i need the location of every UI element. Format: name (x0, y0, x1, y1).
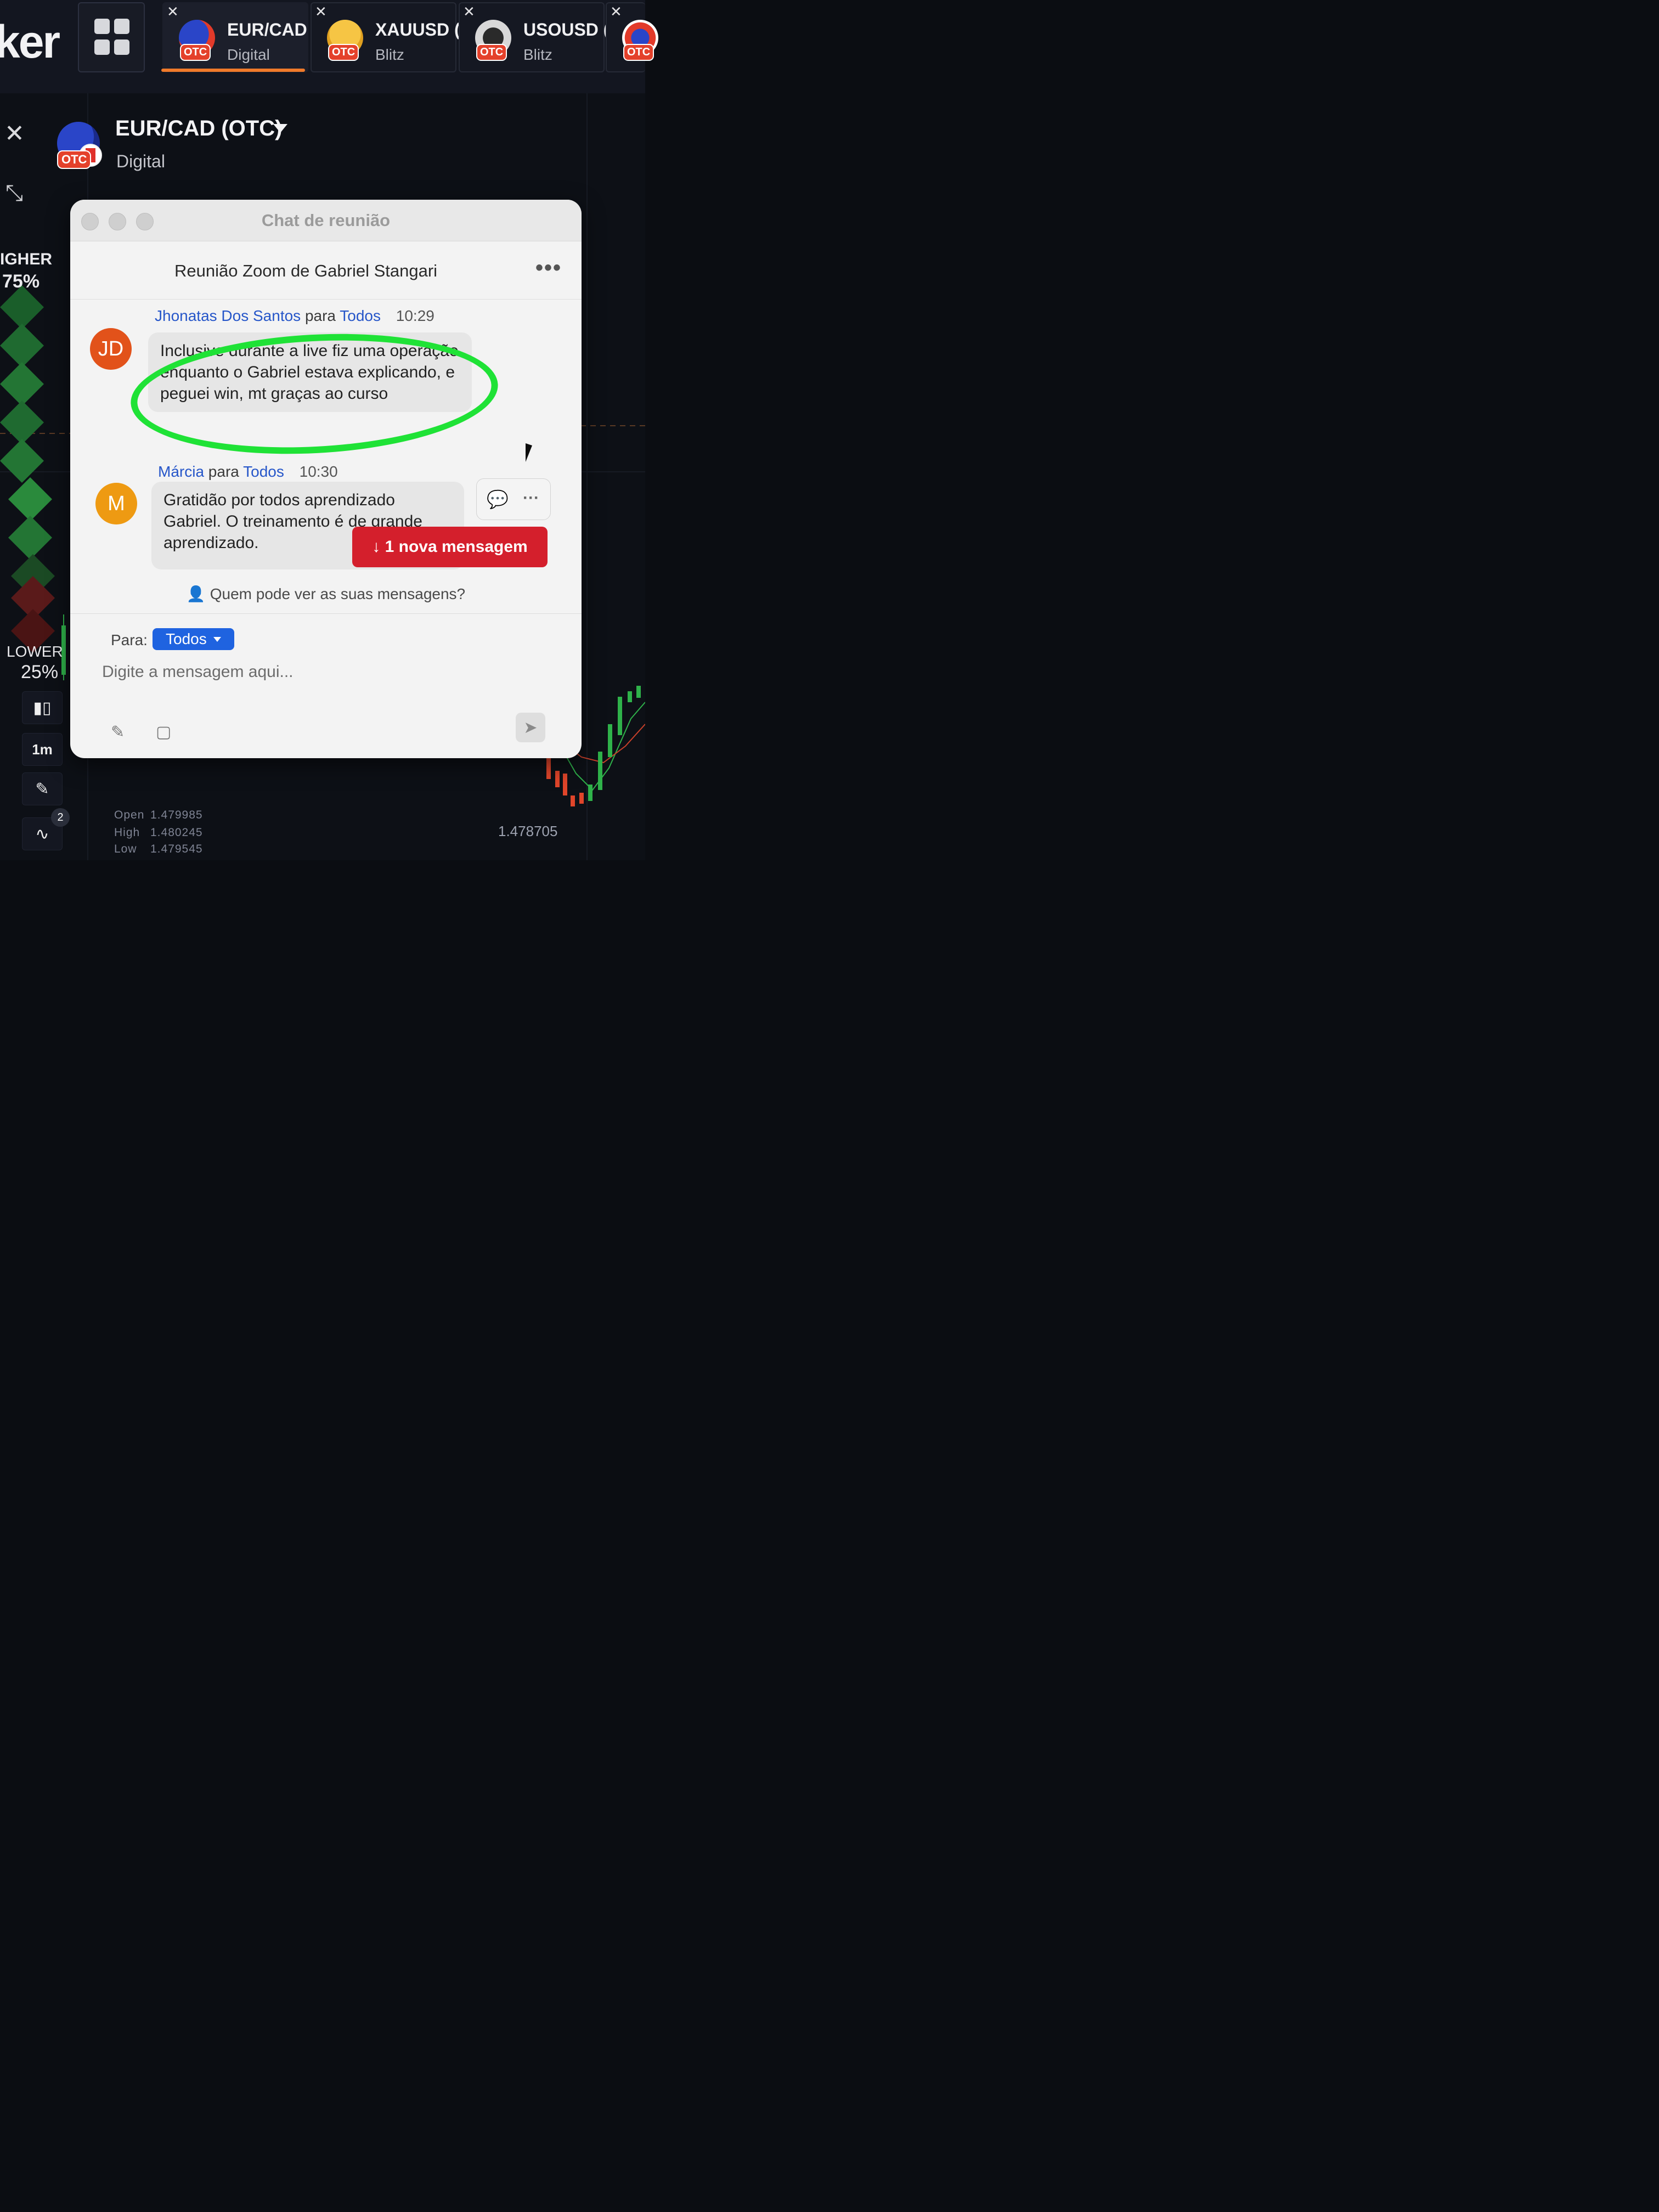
otc-badge: OTC (57, 150, 92, 169)
to-label: Para: (111, 631, 148, 648)
close-panel-icon[interactable]: ✕ (4, 120, 25, 148)
tab-xauusd[interactable]: ✕ OTC XAUUSD ( Blitz (311, 2, 460, 72)
avatar-initials: M (108, 492, 125, 515)
meeting-chat-window: Chat de reunião Reunião Zoom de Gabriel … (70, 200, 582, 758)
chart-type-button[interactable]: ▮▯ (22, 691, 63, 724)
ohlc-value: 1.479545 (150, 843, 203, 855)
recipient-value: Todos (166, 630, 207, 647)
grid-icon-cell (114, 40, 129, 55)
reply-in-thread-icon[interactable]: 💬 (487, 489, 509, 510)
candlestick-icon: ▮▯ (33, 698, 52, 717)
attach-file-icon[interactable]: ▢ (156, 723, 171, 742)
new-messages-button[interactable]: ↓ 1 nova mensagem (352, 527, 548, 567)
recipient-name: Todos (340, 307, 381, 324)
user-privacy-icon: 👤 (186, 585, 206, 602)
higher-label: IGHER (0, 250, 53, 268)
more-options-icon[interactable]: ••• (535, 256, 562, 280)
avatar: JD (90, 328, 132, 370)
tab-name: XAUUSD ( (375, 20, 460, 40)
message-time: 10:29 (396, 307, 435, 324)
otc-badge: OTC (476, 44, 507, 61)
asset-title[interactable]: EUR/CAD (OTC) (115, 116, 282, 141)
apps-grid-button[interactable] (78, 2, 145, 72)
tab-name: EUR/CAD ( (227, 20, 318, 40)
close-icon[interactable]: ✕ (315, 4, 327, 19)
mouse-cursor-icon (526, 443, 532, 462)
sender-name[interactable]: Márcia (158, 463, 204, 480)
indicators-count-badge: 2 (51, 808, 70, 827)
minimize-arrows-icon[interactable]: ⤡ (5, 181, 23, 206)
tab-type: Blitz (375, 46, 404, 63)
indicators-icon: ∿ (35, 825, 49, 843)
current-price-readout: 1.478705 (498, 823, 558, 839)
window-titlebar[interactable]: Chat de reunião (70, 200, 582, 241)
asset-dropdown-caret-icon[interactable] (273, 124, 287, 133)
recipient-name: Todos (243, 463, 284, 480)
tab-partial[interactable]: ✕ OTC (606, 2, 658, 72)
otc-badge: OTC (180, 44, 211, 61)
message-header: Márcia para Todos 10:30 (158, 463, 338, 481)
ohlc-value: 1.480245 (150, 826, 203, 839)
to-connector: para (304, 307, 336, 324)
sender-name[interactable]: Jhonatas Dos Santos (155, 307, 301, 324)
tab-name: USOUSD ( (523, 20, 610, 40)
drawing-tools-button[interactable]: ✎ (22, 772, 63, 805)
ohlc-low: Low 1.479545 (114, 843, 203, 856)
otc-badge: OTC (328, 44, 359, 61)
message-bubble: Inclusive durante a live fiz uma operaçã… (148, 332, 472, 412)
privacy-text: Quem pode ver as suas mensagens? (210, 585, 466, 602)
message-actions: 💬 ··· (476, 478, 551, 520)
ohlc-open: Open 1.479985 (114, 809, 203, 822)
brand-logo: ker (0, 16, 60, 67)
lower-label: LOWER (7, 643, 63, 660)
tab-usousd[interactable]: ✕ OTC USOUSD ( Blitz (459, 2, 609, 72)
ohlc-value: 1.479985 (150, 809, 203, 821)
privacy-link[interactable]: 👤 Quem pode ver as suas mensagens? (70, 585, 582, 603)
timeframe-label: 1m (32, 741, 53, 758)
tab-eur-cad[interactable]: ✕ OTC EUR/CAD ( Digital (162, 2, 318, 72)
message-composer: Para: Todos ✎ ▢ ➤ (70, 613, 582, 758)
close-icon[interactable]: ✕ (610, 4, 622, 19)
meeting-header: Reunião Zoom de Gabriel Stangari ••• (70, 241, 582, 300)
send-icon: ➤ (523, 718, 538, 737)
timeframe-button[interactable]: 1m (22, 733, 63, 766)
indicators-button[interactable]: ∿ 2 (22, 808, 70, 850)
tab-type: Digital (227, 46, 270, 63)
message-header: Jhonatas Dos Santos para Todos 10:29 (155, 307, 435, 325)
grid-icon (94, 19, 110, 34)
ohlc-label: Open (114, 809, 145, 821)
more-options-icon[interactable]: ··· (523, 489, 539, 507)
chevron-down-icon (213, 636, 221, 642)
pencil-icon: ✎ (35, 780, 49, 798)
tab-type: Blitz (523, 46, 552, 63)
format-text-icon[interactable]: ✎ (111, 723, 125, 742)
close-icon[interactable]: ✕ (463, 4, 475, 19)
ohlc-label: Low (114, 843, 137, 855)
message-input[interactable] (101, 659, 518, 685)
message-time: 10:30 (299, 463, 338, 480)
window-title: Chat de reunião (261, 211, 391, 230)
higher-percentage: 75% (2, 271, 40, 292)
meeting-name: Reunião Zoom de Gabriel Stangari (174, 261, 438, 280)
send-button[interactable]: ➤ (516, 713, 545, 742)
grid-icon-cell (114, 19, 129, 34)
asset-tab-bar: ker ✕ OTC EUR/CAD ( Digital ✕ OTC XAUUSD… (0, 0, 658, 93)
asset-type: Digital (116, 151, 165, 171)
active-tab-indicator (161, 69, 305, 72)
avatar: M (95, 483, 137, 524)
ohlc-label: High (114, 826, 140, 839)
ohlc-high: High 1.480245 (114, 826, 203, 839)
lower-percentage: 25% (21, 662, 59, 682)
grid-icon-cell (94, 40, 110, 55)
close-icon[interactable]: ✕ (167, 4, 179, 19)
avatar-initials: JD (98, 337, 124, 360)
to-connector: para (208, 463, 239, 480)
recipient-dropdown[interactable]: Todos (153, 628, 234, 650)
otc-badge: OTC (623, 44, 654, 61)
